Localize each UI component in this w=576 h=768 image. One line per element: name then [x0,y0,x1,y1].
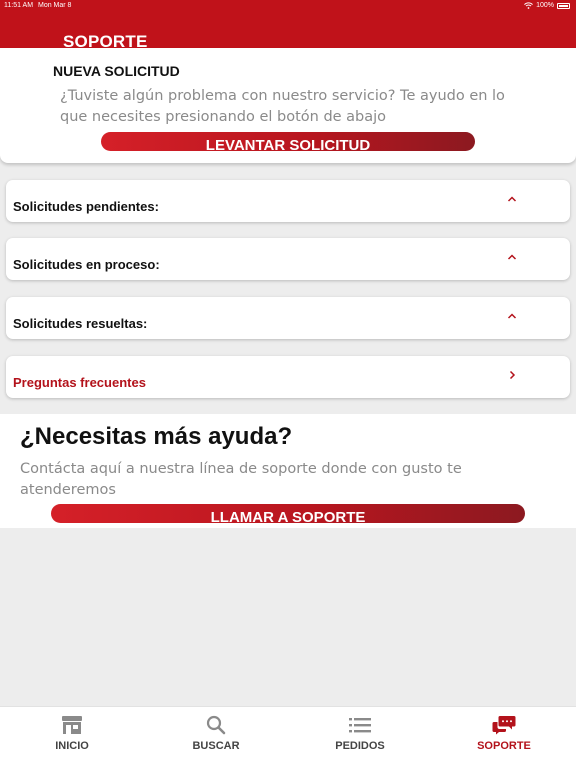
chevron-right-icon [509,370,516,380]
section-label: Solicitudes pendientes: [13,199,159,214]
battery-icon [557,2,570,9]
create-request-button[interactable]: LEVANTAR SOLICITUD [101,132,475,151]
tab-label: SOPORTE [477,740,531,752]
chevron-up-icon [507,196,517,202]
new-request-description: ¿Tuviste algún problema con nuestro serv… [60,88,505,125]
chevron-up-icon [507,313,517,319]
store-icon [62,716,82,734]
resolved-requests-section[interactable]: Solicitudes resueltas: [6,297,570,339]
tab-buscar[interactable]: BUSCAR [144,707,288,768]
more-help-title: ¿Necesitas más ayuda? [20,423,293,450]
status-date: Mon Mar 8 [38,2,72,9]
chevron-up-icon [507,254,517,260]
more-help-card: ¿Necesitas más ayuda? Contácta aquí a nu… [0,414,576,528]
app-header: SOPORTE [0,12,576,51]
chat-bubbles-icon [492,716,516,735]
pending-requests-section[interactable]: Solicitudes pendientes: [6,180,570,222]
tab-inicio[interactable]: INICIO [0,707,144,768]
tab-label: BUSCAR [192,740,240,752]
tab-label: PEDIDOS [335,740,385,752]
list-icon [349,718,371,733]
section-label: Solicitudes resueltas: [13,316,148,331]
tab-pedidos[interactable]: PEDIDOS [288,707,432,768]
wifi-icon [524,2,533,9]
new-request-card: NUEVA SOLICITUD ¿Tuviste algún problema … [0,48,576,163]
tab-label: INICIO [55,740,89,752]
faq-link[interactable]: Preguntas frecuentes [6,356,570,398]
more-help-description: Contácta aquí a nuestra línea de soporte… [20,461,462,498]
section-label: Preguntas frecuentes [13,375,146,390]
section-label: Solicitudes en proceso: [13,257,160,272]
search-icon [206,715,226,735]
new-request-heading: NUEVA SOLICITUD [53,63,180,79]
status-bar: 11:51 AM Mon Mar 8 100% [0,0,576,12]
bottom-tab-bar: INICIO BUSCAR PEDIDOS SOPORTE [0,706,576,768]
call-support-button[interactable]: LLAMAR A SOPORTE [51,504,525,523]
tab-soporte[interactable]: SOPORTE [432,707,576,768]
status-time: 11:51 AM [4,2,34,9]
battery-percent: 100% [536,2,554,9]
in-process-requests-section[interactable]: Solicitudes en proceso: [6,238,570,280]
status-right: 100% [524,2,570,9]
